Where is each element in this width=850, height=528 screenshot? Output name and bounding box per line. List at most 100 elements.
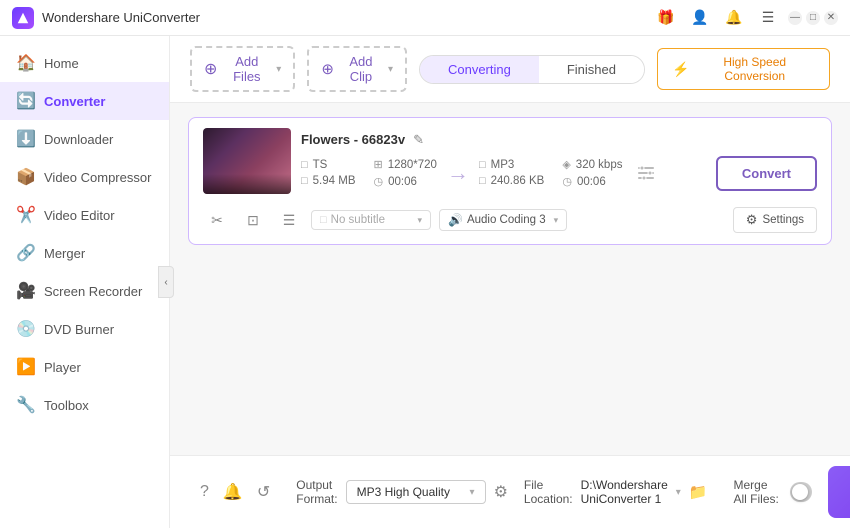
settings-label: Settings (762, 214, 804, 226)
bell-icon[interactable]: 🔔 (720, 4, 748, 32)
merge-label: Merge All Files: (734, 478, 783, 506)
dest-size-item: □ 240.86 KB (479, 175, 544, 187)
file-card-middle: □ TS □ 5.94 MB (301, 156, 817, 191)
sidebar-item-home[interactable]: 🏠 Home (0, 44, 169, 82)
sidebar-label-downloader: Downloader (44, 132, 113, 147)
audio-chevron: ▾ (554, 215, 559, 226)
convert-button[interactable]: Convert (716, 156, 817, 191)
source-format: TS (313, 159, 328, 171)
menu-icon[interactable]: ☰ (754, 4, 782, 32)
dest-settings-icon[interactable] (630, 157, 662, 189)
maximize-button[interactable]: □ (806, 11, 820, 25)
edit-icon[interactable]: ✎ (413, 132, 424, 148)
merge-group: Merge All Files: (734, 478, 812, 506)
source-size: 5.94 MB (313, 175, 356, 187)
converter-icon: 🔄 (16, 91, 34, 111)
sidebar-item-toolbox[interactable]: 🔧 Toolbox (0, 386, 169, 424)
sidebar-label-home: Home (44, 56, 79, 71)
user-icon[interactable]: 👤 (686, 4, 714, 32)
dest-dur-item: ◷ 00:06 (562, 175, 622, 188)
audio-icon: 🔊 (448, 213, 463, 227)
source-info: □ TS □ 5.94 MB (301, 158, 437, 188)
sidebar-item-video-editor[interactable]: ✂️ Video Editor (0, 196, 169, 234)
help-icon[interactable]: ? (200, 483, 209, 501)
file-location-value: D:\Wondershare UniConverter 1 (581, 478, 668, 506)
source-dur-item: ◷ 00:06 (373, 175, 436, 188)
app-title: Wondershare UniConverter (42, 10, 652, 25)
sidebar-item-screen-recorder[interactable]: 🎥 Screen Recorder (0, 272, 169, 310)
output-format-select[interactable]: MP3 High Quality ▾ (346, 480, 486, 504)
source-duration: 00:06 (388, 176, 417, 188)
tab-converting[interactable]: Converting (420, 56, 539, 83)
sidebar-collapse-button[interactable]: ‹ (158, 266, 174, 298)
sidebar: 🏠 Home 🔄 Converter ⬇️ Downloader 📦 Video… (0, 36, 170, 528)
cut-button[interactable]: ✂ (203, 206, 231, 234)
res-icon: ⊞ (373, 158, 382, 171)
dest-size: 240.86 KB (491, 175, 545, 187)
add-clip-button[interactable]: ⊕ Add Clip ▾ (307, 46, 407, 92)
add-files-button[interactable]: ⊕ Add Files ▾ (190, 46, 295, 92)
sidebar-label-compressor: Video Compressor (44, 170, 151, 185)
minimize-button[interactable]: — (788, 11, 802, 25)
dest-format: MP3 (491, 159, 515, 171)
sidebar-item-converter[interactable]: 🔄 Converter (0, 82, 169, 120)
add-files-chevron: ▾ (276, 64, 281, 75)
high-speed-button[interactable]: ⚡ High Speed Conversion (657, 48, 830, 90)
dest-format-item: □ MP3 (479, 159, 544, 171)
sidebar-item-merger[interactable]: 🔗 Merger (0, 234, 169, 272)
audio-select[interactable]: 🔊 Audio Coding 3 ▾ (439, 209, 567, 231)
source-res-col: ⊞ 1280*720 ◷ 00:06 (373, 158, 436, 188)
start-all-button[interactable]: Start All (828, 466, 850, 518)
sidebar-item-downloader[interactable]: ⬇️ Downloader (0, 120, 169, 158)
gift-icon[interactable]: 🎁 (652, 4, 680, 32)
file-location-chevron: ▾ (676, 487, 681, 498)
sidebar-label-dvd: DVD Burner (44, 322, 114, 337)
sidebar-label-toolbox: Toolbox (44, 398, 89, 413)
file-card: Flowers - 66823v ✎ □ TS (188, 117, 832, 245)
effects-button[interactable]: ☰ (275, 206, 303, 234)
file-card-top: Flowers - 66823v ✎ □ TS (203, 128, 817, 194)
sidebar-label-merger: Merger (44, 246, 85, 261)
settings-button[interactable]: ⚙ Settings (733, 207, 817, 233)
sidebar-label-converter: Converter (44, 94, 105, 109)
output-format-label: Output Format: (296, 478, 337, 506)
size-icon: □ (301, 175, 308, 187)
sidebar-item-dvd-burner[interactable]: 💿 DVD Burner (0, 310, 169, 348)
dest-duration: 00:06 (577, 176, 606, 188)
output-format-settings-icon[interactable]: ⚙ (494, 482, 508, 502)
feedback-icon[interactable]: ↺ (257, 482, 270, 502)
dest-bitrate: 320 kbps (576, 159, 623, 171)
subtitle-icon: □ (320, 214, 327, 226)
subtitle-select[interactable]: □ No subtitle ▾ (311, 210, 431, 230)
subtitle-value: No subtitle (331, 214, 385, 226)
source-resolution: 1280*720 (388, 159, 437, 171)
notification-icon[interactable]: 🔔 (223, 482, 243, 502)
sidebar-item-video-compressor[interactable]: 📦 Video Compressor (0, 158, 169, 196)
bottom-bar: ? 🔔 ↺ Output Format: MP3 High Quality ▾ … (170, 455, 850, 528)
sidebar-item-player[interactable]: ▶️ Player (0, 348, 169, 386)
player-icon: ▶️ (16, 357, 34, 377)
dest-format-col: □ MP3 □ 240.86 KB (479, 159, 544, 187)
app-body: 🏠 Home 🔄 Converter ⬇️ Downloader 📦 Video… (0, 36, 850, 528)
source-res-item: ⊞ 1280*720 (373, 158, 436, 171)
sidebar-label-player: Player (44, 360, 81, 375)
titlebar: Wondershare UniConverter 🎁 👤 🔔 ☰ — □ ✕ (0, 0, 850, 36)
format-icon: □ (301, 159, 308, 171)
bottom-left-icons: ? 🔔 ↺ (190, 482, 280, 502)
compressor-icon: 📦 (16, 167, 34, 187)
file-location-label: File Location: (524, 478, 573, 506)
main-content: ⊕ Add Files ▾ ⊕ Add Clip ▾ Converting Fi… (170, 36, 850, 528)
close-button[interactable]: ✕ (824, 11, 838, 25)
tab-finished[interactable]: Finished (539, 56, 644, 83)
downloader-icon: ⬇️ (16, 129, 34, 149)
bitrate-icon: ◈ (562, 158, 570, 171)
merge-toggle[interactable] (790, 482, 811, 502)
topbar: ⊕ Add Files ▾ ⊕ Add Clip ▾ Converting Fi… (170, 36, 850, 103)
dur-icon: ◷ (373, 175, 383, 188)
file-list: Flowers - 66823v ✎ □ TS (170, 103, 850, 455)
crop-button[interactable]: ⊡ (239, 206, 267, 234)
thumbnail-overlay (203, 174, 291, 194)
gear-icon: ⚙ (746, 212, 758, 228)
browse-folder-icon[interactable]: 📁 (689, 483, 708, 501)
dvd-icon: 💿 (16, 319, 34, 339)
